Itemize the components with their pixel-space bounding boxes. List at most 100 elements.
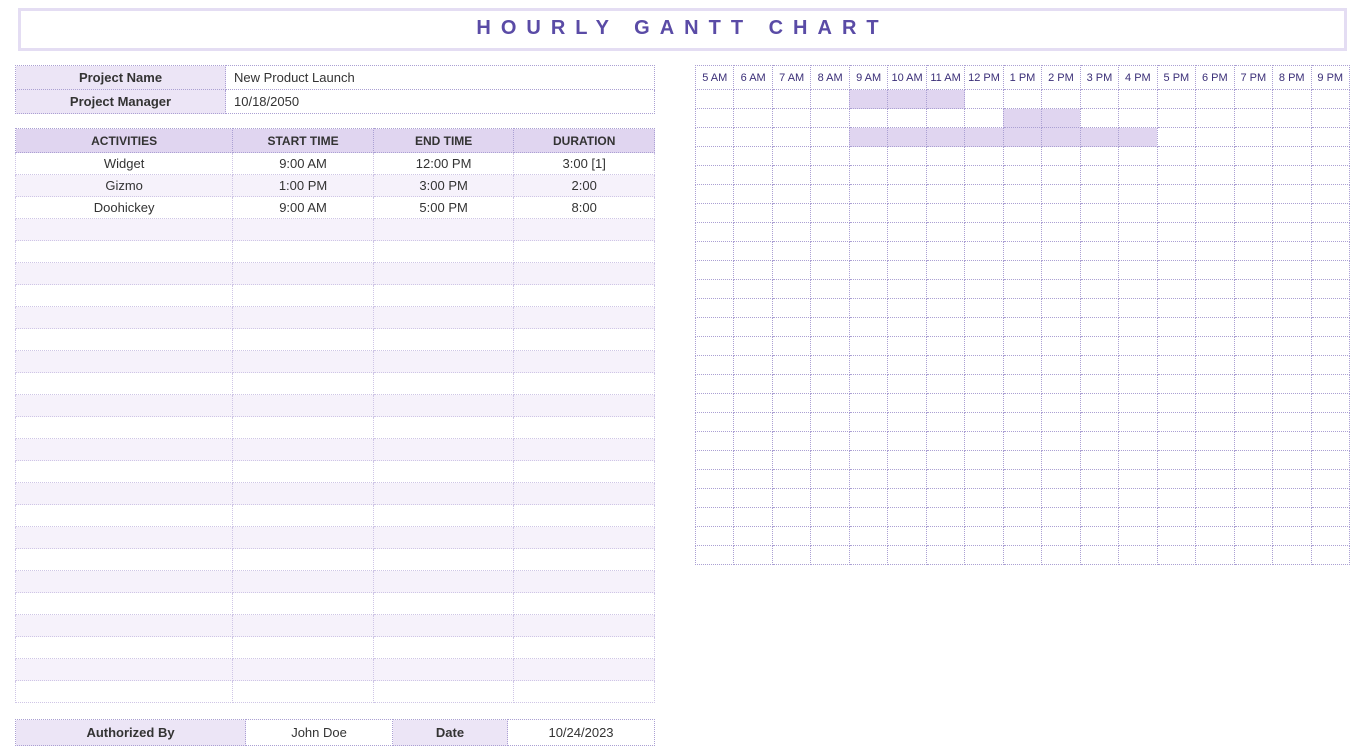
gantt-cell[interactable]: [1311, 337, 1350, 356]
gantt-cell[interactable]: [965, 527, 1003, 546]
gantt-cell[interactable]: [772, 280, 810, 299]
gantt-cell[interactable]: [1311, 394, 1350, 413]
gantt-cell[interactable]: [1080, 546, 1118, 565]
activity-row-empty[interactable]: [16, 307, 655, 329]
gantt-cell[interactable]: [772, 508, 810, 527]
gantt-cell[interactable]: [1119, 223, 1157, 242]
gantt-cell[interactable]: [1311, 261, 1350, 280]
gantt-cell[interactable]: [811, 147, 849, 166]
gantt-cell[interactable]: [811, 337, 849, 356]
gantt-cell[interactable]: [772, 527, 810, 546]
gantt-cell[interactable]: [1042, 470, 1080, 489]
gantt-cell[interactable]: [965, 356, 1003, 375]
gantt-bar-cell[interactable]: [1042, 128, 1080, 147]
gantt-cell[interactable]: [772, 128, 810, 147]
gantt-cell[interactable]: [1003, 356, 1041, 375]
gantt-cell[interactable]: [1273, 470, 1311, 489]
gantt-cell[interactable]: [1234, 280, 1272, 299]
gantt-cell[interactable]: [772, 394, 810, 413]
gantt-cell[interactable]: [696, 280, 734, 299]
gantt-cell[interactable]: [734, 223, 772, 242]
gantt-cell[interactable]: [1273, 318, 1311, 337]
gantt-cell[interactable]: [1273, 451, 1311, 470]
gantt-bar-cell[interactable]: [1003, 128, 1041, 147]
gantt-cell[interactable]: [1273, 242, 1311, 261]
gantt-cell[interactable]: [734, 109, 772, 128]
gantt-cell[interactable]: [1080, 356, 1118, 375]
gantt-cell[interactable]: [1273, 280, 1311, 299]
gantt-cell[interactable]: [1196, 451, 1234, 470]
gantt-cell[interactable]: [772, 470, 810, 489]
gantt-cell[interactable]: [1234, 242, 1272, 261]
gantt-cell[interactable]: [1080, 337, 1118, 356]
gantt-cell[interactable]: [849, 318, 887, 337]
gantt-cell[interactable]: [1119, 166, 1157, 185]
gantt-cell[interactable]: [926, 242, 964, 261]
activity-row-empty[interactable]: [16, 549, 655, 571]
gantt-cell[interactable]: [772, 451, 810, 470]
activity-row[interactable]: Doohickey9:00 AM5:00 PM8:00: [16, 197, 655, 219]
gantt-cell[interactable]: [1003, 394, 1041, 413]
gantt-cell[interactable]: [1042, 318, 1080, 337]
gantt-cell[interactable]: [849, 394, 887, 413]
gantt-bar-cell[interactable]: [926, 128, 964, 147]
gantt-cell[interactable]: [1273, 489, 1311, 508]
gantt-cell[interactable]: [1003, 90, 1041, 109]
gantt-cell[interactable]: [1273, 508, 1311, 527]
gantt-cell[interactable]: [1003, 147, 1041, 166]
gantt-cell[interactable]: [1003, 337, 1041, 356]
gantt-cell[interactable]: [1042, 413, 1080, 432]
activity-row-empty[interactable]: [16, 571, 655, 593]
gantt-cell[interactable]: [965, 242, 1003, 261]
gantt-cell[interactable]: [1157, 413, 1195, 432]
gantt-cell[interactable]: [1234, 223, 1272, 242]
gantt-cell[interactable]: [1311, 90, 1350, 109]
gantt-cell[interactable]: [1042, 261, 1080, 280]
gantt-cell[interactable]: [772, 337, 810, 356]
gantt-cell[interactable]: [1196, 280, 1234, 299]
gantt-cell[interactable]: [1042, 299, 1080, 318]
gantt-cell[interactable]: [1196, 204, 1234, 223]
gantt-cell[interactable]: [734, 470, 772, 489]
gantt-cell[interactable]: [1311, 432, 1350, 451]
gantt-cell[interactable]: [1042, 356, 1080, 375]
gantt-cell[interactable]: [734, 147, 772, 166]
gantt-cell[interactable]: [888, 318, 926, 337]
gantt-cell[interactable]: [1080, 223, 1118, 242]
gantt-cell[interactable]: [734, 280, 772, 299]
gantt-cell[interactable]: [1311, 147, 1350, 166]
gantt-cell[interactable]: [1119, 394, 1157, 413]
gantt-cell[interactable]: [1119, 90, 1157, 109]
gantt-cell[interactable]: [965, 318, 1003, 337]
gantt-cell[interactable]: [1157, 451, 1195, 470]
gantt-cell[interactable]: [1003, 489, 1041, 508]
gantt-cell[interactable]: [1234, 147, 1272, 166]
gantt-cell[interactable]: [1080, 185, 1118, 204]
gantt-cell[interactable]: [1003, 166, 1041, 185]
gantt-cell[interactable]: [1311, 318, 1350, 337]
gantt-cell[interactable]: [1273, 204, 1311, 223]
gantt-cell[interactable]: [1196, 546, 1234, 565]
activity-row-empty[interactable]: [16, 373, 655, 395]
gantt-cell[interactable]: [1196, 147, 1234, 166]
gantt-cell[interactable]: [734, 90, 772, 109]
gantt-cell[interactable]: [1157, 261, 1195, 280]
gantt-cell[interactable]: [1196, 432, 1234, 451]
gantt-bar-cell[interactable]: [888, 90, 926, 109]
gantt-cell[interactable]: [888, 166, 926, 185]
gantt-cell[interactable]: [696, 470, 734, 489]
gantt-cell[interactable]: [1157, 432, 1195, 451]
gantt-cell[interactable]: [1080, 261, 1118, 280]
gantt-cell[interactable]: [696, 166, 734, 185]
gantt-cell[interactable]: [811, 299, 849, 318]
gantt-cell[interactable]: [926, 280, 964, 299]
gantt-cell[interactable]: [849, 109, 887, 128]
gantt-cell[interactable]: [811, 318, 849, 337]
gantt-cell[interactable]: [1234, 527, 1272, 546]
gantt-cell[interactable]: [888, 413, 926, 432]
gantt-cell[interactable]: [772, 489, 810, 508]
gantt-cell[interactable]: [1003, 508, 1041, 527]
activity-row-empty[interactable]: [16, 395, 655, 417]
gantt-cell[interactable]: [1042, 489, 1080, 508]
gantt-cell[interactable]: [888, 242, 926, 261]
